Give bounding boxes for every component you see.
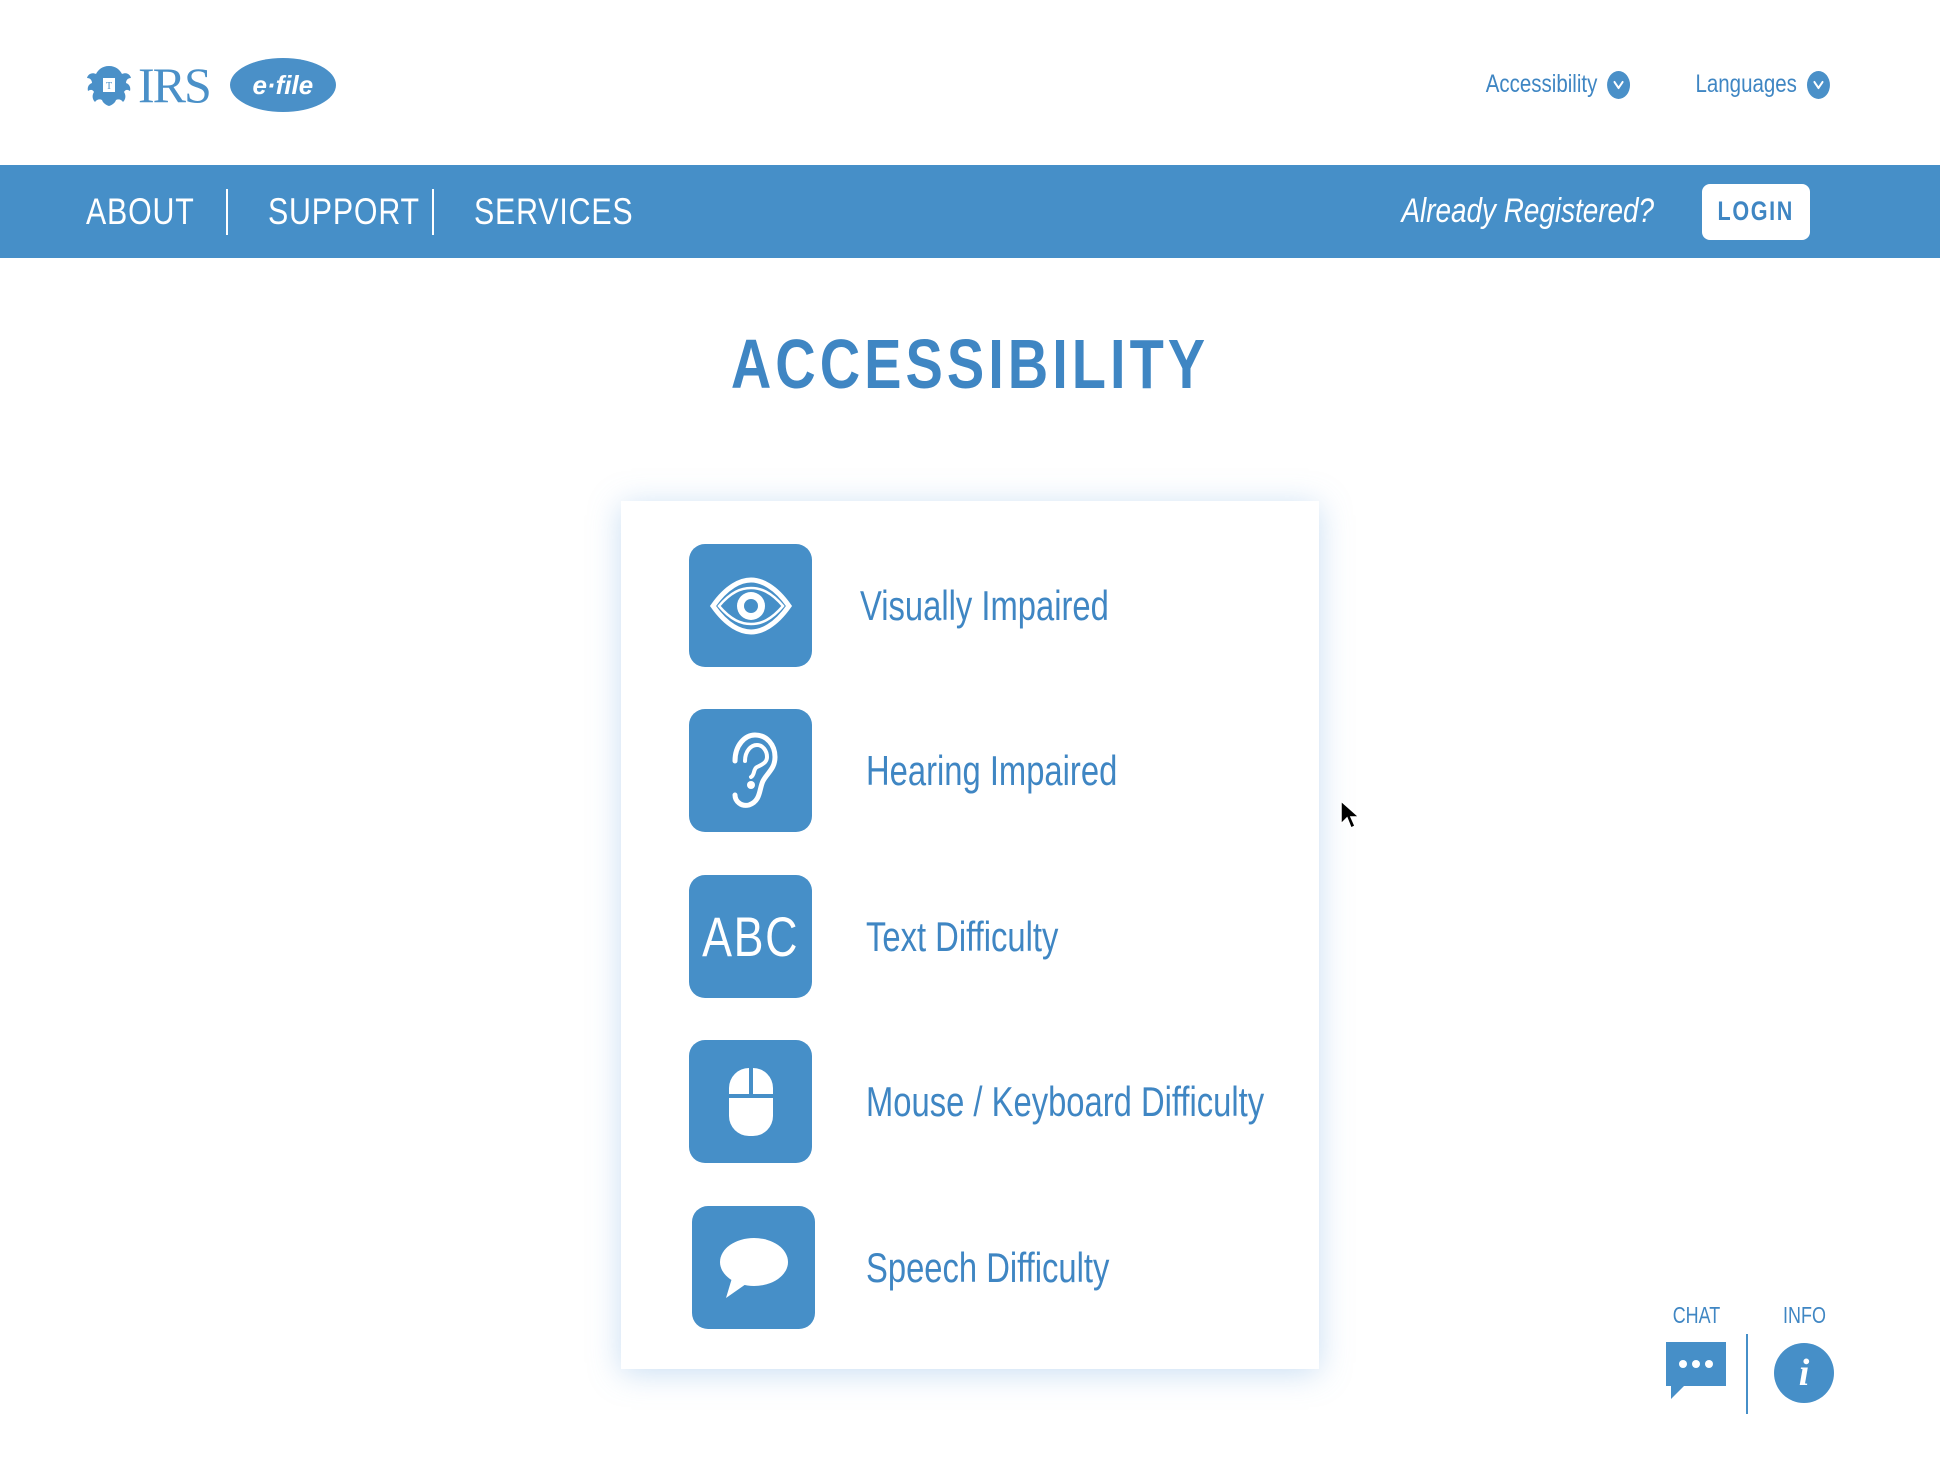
nav-links: ABOUT SUPPORT SERVICES (86, 165, 668, 258)
page-title: ACCESSIBILITY (730, 325, 1210, 403)
speech-bubble-icon (692, 1206, 815, 1329)
eye-icon (689, 544, 812, 667)
accessibility-menu-label: Accessibility (1485, 70, 1598, 98)
option-label: Visually Impaired (860, 581, 1109, 629)
helper-divider (1746, 1334, 1748, 1414)
nav-right: Already Registered? LOGIN (1346, 165, 1810, 258)
top-menus: Accessibility Languages (1454, 70, 1830, 99)
already-registered-text: Already Registered? (1401, 192, 1654, 230)
option-label: Hearing Impaired (866, 746, 1118, 794)
login-button[interactable]: LOGIN (1702, 183, 1810, 240)
irs-eagle-icon: T (87, 66, 131, 106)
option-text-difficulty[interactable]: ABC Text Difficulty (689, 875, 1113, 998)
irs-logo[interactable]: T IRS (84, 57, 212, 113)
option-label: Mouse / Keyboard Difficulty (866, 1077, 1265, 1125)
info-label: INFO (1782, 1302, 1826, 1328)
option-label: Text Difficulty (866, 912, 1059, 960)
nav-link-support[interactable]: SUPPORT (268, 191, 419, 233)
option-mouse-keyboard-difficulty[interactable]: Mouse / Keyboard Difficulty (689, 1040, 1376, 1163)
nav-link-about[interactable]: ABOUT (86, 191, 194, 233)
option-visually-impaired[interactable]: Visually Impaired (689, 544, 1179, 667)
page: T IRS e·file Accessibility Languages ABO… (0, 0, 1940, 1472)
languages-menu[interactable]: Languages (1696, 70, 1830, 99)
help-widgets: CHAT INFO i (1660, 1302, 1840, 1422)
option-hearing-impaired[interactable]: Hearing Impaired (689, 709, 1188, 832)
chat-button[interactable]: CHAT (1660, 1302, 1732, 1399)
option-speech-difficulty[interactable]: Speech Difficulty (692, 1206, 1178, 1329)
mouse-pointer-icon (1340, 800, 1360, 830)
nav-link-services[interactable]: SERVICES (474, 191, 633, 233)
info-icon: i (1774, 1343, 1834, 1403)
nav-divider (432, 188, 434, 235)
ear-icon (689, 709, 812, 832)
irs-wordmark: IRS (138, 57, 212, 113)
mouse-icon (689, 1040, 812, 1163)
option-label: Speech Difficulty (866, 1243, 1110, 1291)
languages-menu-label: Languages (1695, 70, 1798, 98)
logo-group[interactable]: T IRS e·file (84, 58, 336, 112)
efile-logo[interactable]: e·file (229, 58, 336, 112)
login-button-label: LOGIN (1717, 196, 1795, 226)
chevron-down-icon (1607, 70, 1631, 99)
accessibility-menu[interactable]: Accessibility (1485, 70, 1631, 99)
abc-icon: ABC (689, 875, 812, 998)
svg-text:T: T (106, 81, 112, 92)
nav-divider (226, 188, 228, 235)
main-navbar: ABOUT SUPPORT SERVICES Already Registere… (0, 165, 1940, 258)
info-button[interactable]: INFO i (1772, 1302, 1836, 1403)
chevron-down-icon (1807, 70, 1830, 99)
chat-bubble-icon (1666, 1342, 1726, 1399)
chat-label: CHAT (1672, 1302, 1720, 1328)
abc-icon-text: ABC (702, 905, 799, 968)
accessibility-options-card: Visually Impaired Hearing Impaired ABC T… (621, 501, 1319, 1369)
header: T IRS e·file Accessibility Languages (0, 0, 1940, 165)
